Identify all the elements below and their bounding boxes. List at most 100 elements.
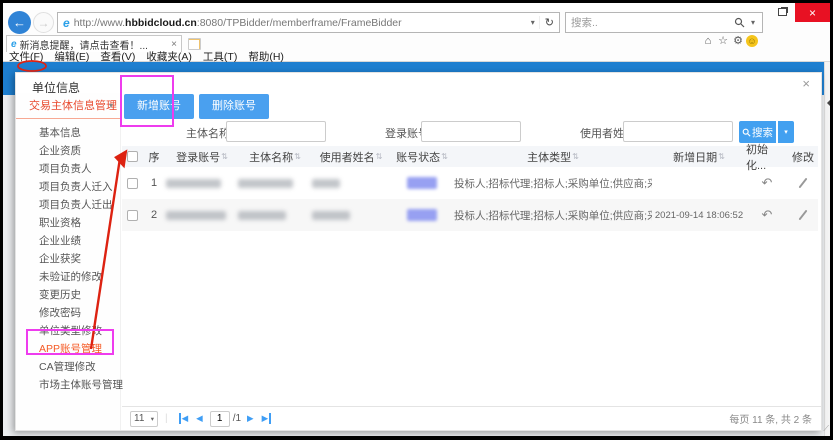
edit-pencil-icon[interactable]	[799, 210, 808, 221]
redacted-subject-name	[238, 211, 286, 220]
sidebar-item-project-manager-transfer-in[interactable]: 项目负责人迁入	[16, 178, 120, 196]
tab-ie-icon: e	[11, 39, 17, 50]
sidebar-item-enterprise-qualification[interactable]: 企业资质	[16, 142, 120, 160]
subject-type-text: 投标人;招标代理;招标人;采购单位;供应商;采购代理	[454, 208, 652, 223]
search-dropdown-icon[interactable]: ▾	[747, 18, 759, 27]
col-initialize: 初始化...	[746, 141, 788, 173]
pagination-bar: 11▾ | ◀ ◀ /1 ▶ ▶ 每页 11 条, 共 2 条	[122, 406, 821, 430]
initialize-undo-icon[interactable]: ↶	[762, 175, 773, 191]
next-page-button[interactable]: ▶	[247, 413, 254, 424]
tab-title: 新消息提醒，请点击查看！...	[20, 37, 168, 52]
sidebar-item-app-account-management[interactable]: APP账号管理	[16, 340, 120, 358]
tab-close-icon[interactable]: ×	[171, 39, 177, 50]
address-dropdown-icon[interactable]: ▾	[527, 18, 539, 27]
sort-icon[interactable]: ⇅	[718, 152, 725, 161]
sidebar-item-market-entity-account-management[interactable]: 市场主体账号管理	[16, 376, 120, 394]
delete-account-button[interactable]: 删除账号	[199, 94, 269, 119]
forward-button[interactable]: →	[33, 12, 54, 33]
accounts-table: 序 登录账号⇅ 主体名称⇅ 使用者姓名⇅ 账号状态⇅ 主体类型⇅ 新增日期⇅ 初…	[122, 146, 818, 231]
sort-icon[interactable]: ⇅	[294, 152, 301, 161]
redacted-subject-name	[238, 179, 293, 188]
scrollbar-arrow[interactable]	[824, 100, 830, 106]
redacted-login-account	[166, 211, 226, 220]
browser-search-box[interactable]: 搜索.. ▾	[565, 12, 763, 33]
row-checkbox[interactable]	[127, 210, 138, 221]
row-checkbox[interactable]	[127, 178, 138, 189]
col-modify: 修改	[788, 149, 818, 165]
menu-file[interactable]: 文件(F)	[9, 52, 43, 62]
sort-icon[interactable]: ⇅	[572, 152, 579, 161]
menu-tools[interactable]: 工具(T)	[203, 52, 237, 62]
chevron-down-icon: ▾	[109, 93, 113, 119]
menu-edit[interactable]: 编辑(E)	[54, 52, 89, 62]
status-badge	[407, 177, 437, 189]
status-badge	[407, 209, 437, 221]
page-scrollbar[interactable]	[824, 62, 830, 436]
screenshot-frame: × ← → e http://www.hbbidcloud.cn:8080/TP…	[0, 0, 833, 440]
col-account-status[interactable]: 账号状态⇅	[390, 149, 454, 165]
login-account-input[interactable]	[421, 121, 521, 142]
user-name-input[interactable]	[623, 121, 733, 142]
page-size-select[interactable]: 11▾	[130, 411, 158, 427]
sidebar-item-basic-info[interactable]: 基本信息	[16, 124, 120, 142]
browser-tab[interactable]: e 新消息提醒，请点击查看！... ×	[6, 35, 182, 52]
subject-type-text: 投标人;招标代理;招标人;采购单位;供应商;采购代理	[454, 176, 652, 191]
sort-icon[interactable]: ⇅	[376, 152, 383, 161]
col-login-account[interactable]: 登录账号⇅	[166, 149, 238, 165]
redacted-user-name	[312, 179, 340, 188]
sidebar-item-professional-qualification[interactable]: 职业资格	[16, 214, 120, 232]
close-window-button[interactable]: ×	[795, 3, 830, 22]
divider: |	[165, 413, 168, 424]
sidebar-item-change-password[interactable]: 修改密码	[16, 304, 120, 322]
col-seq: 序	[142, 149, 166, 165]
restore-button[interactable]	[769, 3, 795, 21]
col-created-date[interactable]: 新增日期⇅	[652, 149, 746, 165]
edit-pencil-icon[interactable]	[799, 178, 808, 189]
sidebar: 交易主体信息管理 ▾ 基本信息 企业资质 项目负责人 项目负责人迁入 项目负责人…	[16, 93, 121, 430]
add-account-button[interactable]: 新增账号	[124, 94, 194, 119]
subject-name-input[interactable]	[226, 121, 326, 142]
browser-chrome: × ← → e http://www.hbbidcloud.cn:8080/TP…	[3, 3, 830, 62]
search-icon	[742, 128, 751, 137]
modal-content: 新增账号 删除账号 主体名称: 登录账号: 使用者姓名: 搜索	[122, 93, 821, 430]
sidebar-item-project-manager-transfer-out[interactable]: 项目负责人迁出	[16, 196, 120, 214]
initialize-undo-icon[interactable]: ↶	[762, 207, 773, 223]
filter-row: 主体名称: 登录账号: 使用者姓名: 搜索 ▾	[122, 121, 821, 143]
sidebar-item-enterprise-performance[interactable]: 企业业绩	[16, 232, 120, 250]
search-placeholder: 搜索..	[566, 15, 598, 30]
menu-view[interactable]: 查看(V)	[100, 52, 135, 62]
unit-info-modal: 单位信息 × 交易主体信息管理 ▾ 基本信息 企业资质 项目负责人 项目负责人迁…	[15, 72, 822, 431]
current-page-input[interactable]	[210, 411, 230, 427]
select-all-checkbox[interactable]	[127, 151, 138, 162]
new-tab-button[interactable]	[188, 38, 201, 50]
col-subject-name[interactable]: 主体名称⇅	[238, 149, 312, 165]
col-user-name[interactable]: 使用者姓名⇅	[312, 149, 390, 165]
prev-page-button[interactable]: ◀	[196, 413, 203, 424]
sidebar-item-unverified-changes[interactable]: 未验证的修改	[16, 268, 120, 286]
redacted-user-name	[312, 211, 350, 220]
sidebar-item-project-manager[interactable]: 项目负责人	[16, 160, 120, 178]
menu-help[interactable]: 帮助(H)	[248, 52, 284, 62]
sort-icon[interactable]: ⇅	[441, 152, 448, 161]
sidebar-group-trade-entity-info[interactable]: 交易主体信息管理 ▾	[16, 93, 120, 119]
sidebar-item-enterprise-awards[interactable]: 企业获奖	[16, 250, 120, 268]
col-subject-type[interactable]: 主体类型⇅	[454, 149, 652, 165]
sidebar-item-change-history[interactable]: 变更历史	[16, 286, 120, 304]
pagination-summary: 每页 11 条, 共 2 条	[729, 411, 821, 426]
modal-close-icon[interactable]: ×	[802, 76, 810, 91]
sidebar-item-unit-type-change[interactable]: 单位类型修改	[16, 322, 120, 340]
back-button[interactable]: ←	[8, 11, 31, 34]
redacted-login-account	[166, 179, 221, 188]
address-bar[interactable]: e http://www.hbbidcloud.cn:8080/TPBidder…	[57, 12, 560, 33]
first-page-button[interactable]: ◀	[179, 413, 189, 424]
browser-window: × ← → e http://www.hbbidcloud.cn:8080/TP…	[3, 3, 830, 436]
menu-favorites[interactable]: 收藏夹(A)	[146, 52, 192, 62]
search-magnifier-icon[interactable]	[734, 17, 745, 28]
sidebar-item-ca-management-change[interactable]: CA管理修改	[16, 358, 120, 376]
created-date-text: 2021-09-14 18:06:52	[652, 210, 746, 221]
sort-icon[interactable]: ⇅	[221, 152, 228, 161]
last-page-button[interactable]: ▶	[262, 413, 272, 424]
resize-grip: ⟋	[823, 424, 829, 434]
url-text: http://www.hbbidcloud.cn:8080/TPBidder/m…	[74, 17, 402, 29]
refresh-icon[interactable]: ↻	[539, 16, 559, 29]
